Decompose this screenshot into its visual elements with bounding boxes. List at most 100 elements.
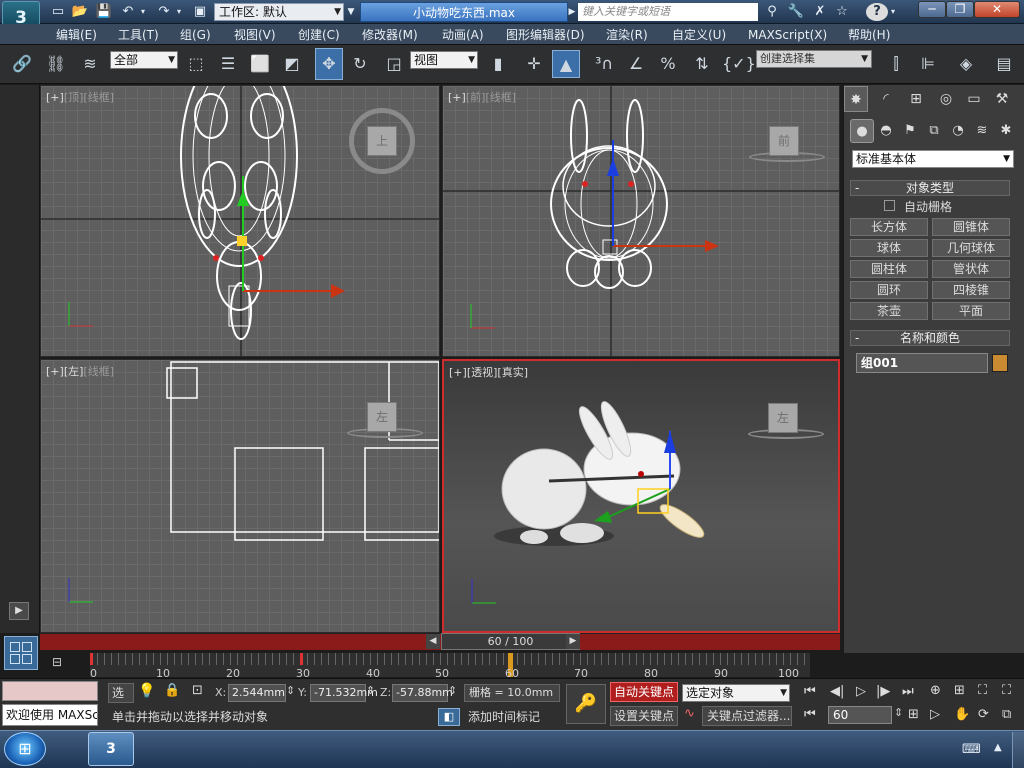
keyboard-shortcut-override-icon[interactable]: ▲ (552, 50, 580, 78)
subscription-icon[interactable]: 🔧 (786, 3, 806, 21)
selection-filter-dropdown[interactable]: 全部 ▼ (110, 51, 178, 69)
taskbar-3dsmax-app[interactable]: 3 (88, 732, 134, 766)
menu-modifiers[interactable]: 修改器(M) (362, 26, 418, 44)
undo-icon[interactable]: ↶ (118, 3, 138, 21)
menu-tools[interactable]: 工具(T) (118, 26, 159, 44)
zoom-icon[interactable]: ⊕ (930, 683, 941, 698)
current-frame-input[interactable]: 60 (828, 706, 892, 724)
favorites-star-icon[interactable]: ☆ (832, 3, 852, 21)
x-coordinate-input[interactable]: 2.544mm (228, 684, 286, 702)
menu-graph-editors[interactable]: 图形编辑器(D) (506, 26, 585, 44)
create-tab-icon[interactable]: ✸ (844, 86, 868, 112)
viewport-perspective[interactable]: 左 [+][透视][真实] (442, 359, 840, 633)
key-filters-button[interactable]: 关键点过滤器... (702, 706, 792, 726)
select-and-move-icon[interactable]: ✥ (315, 48, 343, 80)
set-key-key-icon[interactable]: 🔑 (566, 684, 606, 724)
layer-manager-icon[interactable]: ◈ (952, 50, 980, 78)
tube-button[interactable]: 管状体 (932, 260, 1010, 278)
viewport-front-label[interactable]: [+][前][线框] (448, 89, 516, 105)
cameras-icon[interactable]: ⧉ (922, 119, 946, 143)
absolute-mode-icon[interactable]: ⊡ (192, 683, 203, 698)
infocenter-expand-icon[interactable]: ▶ (566, 3, 578, 21)
z-coordinate-input[interactable]: -57.88mm (392, 684, 453, 702)
menu-maxscript[interactable]: MAXScript(X) (748, 26, 827, 44)
viewport-left[interactable]: 左 [+][左][线框] (40, 359, 440, 633)
menu-rendering[interactable]: 渲染(R) (606, 26, 648, 44)
menu-group[interactable]: 组(G) (180, 26, 211, 44)
object-color-swatch[interactable] (992, 354, 1008, 372)
go-to-end-icon[interactable]: ⏭ (902, 684, 914, 699)
menu-help[interactable]: 帮助(H) (848, 26, 890, 44)
new-file-icon[interactable]: ▭ (48, 3, 68, 21)
previous-frame-icon[interactable]: ◀| (830, 684, 844, 699)
key-mode-toggle-icon[interactable]: ⏮ (804, 707, 816, 722)
edit-named-selections-icon[interactable]: {✓} (722, 50, 756, 78)
zoom-extents-icon[interactable]: ⛶ (978, 683, 987, 698)
torus-button[interactable]: 圆环 (850, 281, 928, 299)
reference-coord-dropdown[interactable]: 视图 ▼ (410, 51, 478, 69)
frame-spinner-icon[interactable]: ⇕ (894, 706, 903, 719)
viewcube-front[interactable]: 前 (769, 126, 799, 156)
help-icon[interactable]: ? (866, 3, 888, 21)
z-spinner-icon[interactable]: ⇕ (448, 684, 457, 697)
expand-left-panel-button[interactable]: ▶ (9, 602, 29, 620)
mirror-icon[interactable]: ⫿ (882, 50, 910, 78)
close-button[interactable]: ✕ (974, 1, 1020, 18)
teapot-button[interactable]: 茶壶 (850, 302, 928, 320)
lights-icon[interactable]: ⚑ (898, 119, 922, 143)
link-icon[interactable]: 🔗 (8, 50, 36, 78)
maxscript-mini-listener[interactable]: 欢迎使用 MAXSc (2, 704, 98, 726)
select-by-name-icon[interactable]: ☰ (214, 50, 242, 78)
show-desktop-button[interactable] (1012, 732, 1024, 768)
undo-dropdown-icon[interactable]: ▾ (138, 3, 148, 21)
display-tab-icon[interactable]: ▭ (962, 86, 986, 112)
zoom-all-icon[interactable]: ⊞ (954, 683, 965, 698)
percent-snap-icon[interactable]: % (654, 50, 682, 78)
viewcube-perspective[interactable]: 左 (768, 403, 798, 433)
start-button[interactable]: ⊞ (4, 732, 46, 766)
systems-icon[interactable]: ✱ (994, 119, 1018, 143)
search-input[interactable]: 键入关键字或短语 (578, 3, 758, 21)
modify-tab-icon[interactable]: ◜ (874, 86, 898, 112)
hierarchy-tab-icon[interactable]: ⊞ (904, 86, 928, 112)
plane-button[interactable]: 平面 (932, 302, 1010, 320)
zoom-extents-all-icon[interactable]: ⛶ (1002, 683, 1011, 698)
save-file-icon[interactable]: 💾 (94, 3, 114, 21)
utilities-tab-icon[interactable]: ⚒ (990, 86, 1014, 112)
communication-center-icon[interactable]: ✗ (810, 3, 830, 21)
selection-lock-icon[interactable]: 🔒 (164, 683, 180, 698)
viewport-layout-icon[interactable] (4, 636, 38, 670)
pivot-center-icon[interactable]: ▮ (484, 50, 512, 78)
tray-expand-icon[interactable]: ▲ (994, 742, 1002, 753)
object-type-rollout-header[interactable]: - 对象类型 (850, 180, 1010, 196)
minimize-button[interactable]: ─ (918, 1, 946, 18)
pyramid-button[interactable]: 四棱锥 (932, 281, 1010, 299)
viewport-left-label[interactable]: [+][左][线框] (46, 363, 114, 379)
autogrid-checkbox[interactable] (884, 200, 895, 211)
menu-animation[interactable]: 动画(A) (442, 26, 484, 44)
keyboard-icon[interactable]: ⌨ (962, 742, 981, 757)
menu-customize[interactable]: 自定义(U) (672, 26, 726, 44)
helpers-icon[interactable]: ◔ (946, 119, 970, 143)
field-of-view-icon[interactable]: ▷ (930, 707, 940, 722)
help-dropdown-icon[interactable]: ▾ (888, 3, 898, 21)
restore-button[interactable]: ❐ (946, 1, 974, 18)
time-slider-thumb[interactable]: 60 / 100 (441, 633, 580, 650)
workspace-dropdown[interactable]: 工作区: 默认 ▼ (214, 3, 344, 21)
redo-icon[interactable]: ↷ (154, 3, 174, 21)
snaps-toggle-icon[interactable]: ³∩ (590, 50, 618, 78)
manipulate-icon[interactable]: ✛ (520, 50, 548, 78)
rect-selection-region-icon[interactable]: ⬜ (246, 50, 274, 78)
graphite-ribbon-icon[interactable]: ▤ (990, 50, 1018, 78)
maximize-viewport-icon[interactable]: ⧉ (1002, 707, 1011, 722)
select-and-rotate-icon[interactable]: ↻ (346, 50, 374, 78)
menu-edit[interactable]: 编辑(E) (56, 26, 97, 44)
key-mode-dropdown[interactable]: 选定对象 ▼ (682, 684, 790, 702)
window-crossing-icon[interactable]: ◩ (278, 50, 306, 78)
select-and-scale-icon[interactable]: ◲ (380, 50, 408, 78)
project-folder-icon[interactable]: ▣ (190, 3, 210, 21)
space-warps-icon[interactable]: ≋ (970, 119, 994, 143)
spinner-snap-icon[interactable]: ⇅ (688, 50, 716, 78)
name-color-rollout-header[interactable]: - 名称和颜色 (850, 330, 1010, 346)
pan-view-icon[interactable]: ✋ (954, 707, 970, 722)
